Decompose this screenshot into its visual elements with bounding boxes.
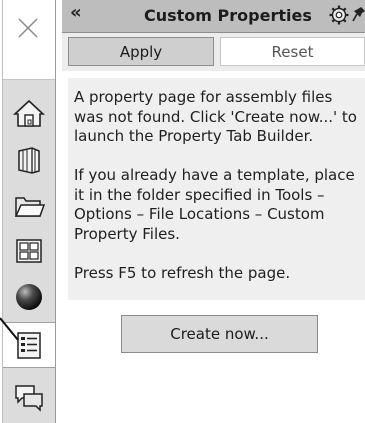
callout-pointer-line — [0, 317, 19, 341]
info-paragraph-refresh: Press F5 to refresh the page. — [74, 263, 291, 282]
reset-button[interactable]: Reset — [220, 37, 365, 66]
sidebar-item-home[interactable] — [3, 90, 55, 136]
forum-icon — [15, 385, 43, 412]
view-palette-icon — [16, 239, 42, 263]
info-paragraph-template: If you already have a template, place it… — [74, 166, 355, 243]
sidebar-item-library[interactable] — [3, 136, 55, 182]
create-now-button[interactable]: Create now... — [121, 315, 318, 353]
info-message-box: A property page for assembly files was n… — [68, 78, 365, 300]
close-area — [3, 0, 55, 80]
home-icon — [12, 99, 46, 127]
sidebar-item-forum[interactable] — [3, 374, 55, 420]
folder-icon — [14, 197, 46, 217]
sidebar-item-view-palette[interactable] — [3, 228, 55, 274]
sidebar-item-file-explorer[interactable] — [3, 182, 55, 228]
action-bar: Apply Reset — [62, 33, 365, 71]
apply-button[interactable]: Apply — [68, 37, 214, 66]
close-icon[interactable] — [16, 16, 40, 40]
panel-title: Custom Properties — [144, 6, 312, 25]
panel-header: « Custom Properties — [62, 0, 365, 33]
info-paragraph-not-found: A property page for assembly files was n… — [74, 88, 357, 145]
pin-icon[interactable] — [352, 5, 365, 25]
library-icon — [18, 147, 40, 174]
panel-content: A property page for assembly files was n… — [62, 71, 365, 423]
gear-icon[interactable] — [328, 4, 350, 26]
collapse-button[interactable]: « — [70, 2, 82, 23]
